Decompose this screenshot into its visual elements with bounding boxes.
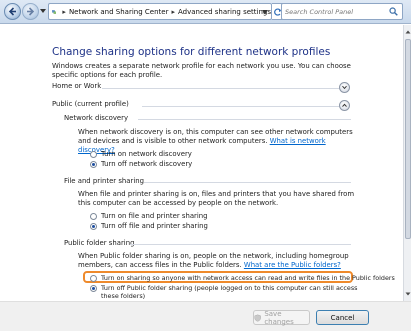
address-bar[interactable]: ▸ Network and Sharing Center ▸ Advanced … — [48, 3, 272, 20]
profile-label-public: Public (current profile) — [52, 100, 129, 108]
radio-label: Turn off network discovery — [101, 160, 193, 168]
search-icon[interactable] — [389, 7, 398, 16]
recent-pages-chevron-down-icon[interactable] — [40, 9, 46, 14]
save-changes-button[interactable]: Save changes — [253, 309, 310, 326]
content-pane: Change sharing options for different net… — [0, 25, 403, 301]
radio-button[interactable] — [90, 274, 97, 282]
forward-button[interactable] — [22, 3, 39, 20]
divider — [130, 244, 351, 245]
file-printer-sharing-description: When file and printer sharing is on, fil… — [78, 190, 355, 207]
search-box[interactable] — [281, 3, 403, 20]
breadcrumb-network-and-sharing-center[interactable]: Network and Sharing Center — [69, 8, 169, 16]
address-dropdown-chevron-down-icon[interactable] — [262, 10, 268, 15]
cancel-button[interactable]: Cancel — [316, 310, 369, 325]
radio-button[interactable] — [90, 160, 97, 168]
arrow-left-icon — [8, 7, 16, 16]
breadcrumb-separator: ▸ — [62, 7, 66, 16]
search-input[interactable] — [282, 4, 386, 19]
breadcrumb-advanced-sharing-settings[interactable]: Advanced sharing settings — [178, 8, 271, 16]
intro-text: Windows creates a separate network profi… — [52, 62, 351, 79]
what-are-public-folders-link[interactable]: What are the Public folders? — [244, 261, 341, 269]
radio-button[interactable] — [90, 285, 97, 292]
divider — [142, 106, 339, 107]
radio-label: Turn on network discovery — [101, 150, 192, 158]
page-title: Change sharing options for different net… — [52, 46, 331, 58]
save-changes-label: Save changes — [264, 309, 294, 326]
radio-label: Turn on sharing so anyone with network a… — [101, 274, 395, 282]
divider — [138, 119, 351, 120]
profile-label-home-or-work: Home or Work — [52, 82, 102, 90]
network-discovery-heading: Network discovery — [64, 114, 129, 122]
scroll-down-arrow-icon[interactable] — [405, 290, 411, 298]
vertical-scrollbar[interactable] — [403, 25, 411, 301]
scrollbar-thumb[interactable] — [405, 39, 411, 239]
profile-header-home-or-work[interactable]: Home or Work — [52, 80, 351, 93]
back-button[interactable] — [4, 3, 21, 20]
uac-shield-icon — [254, 314, 261, 322]
public-folder-sharing-heading: Public folder sharing — [64, 239, 135, 247]
control-panel-icon — [52, 9, 57, 14]
radio-turn-off-public-folder-sharing[interactable]: Turn off Public folder sharing (people l… — [90, 284, 363, 302]
arrow-right-icon — [27, 7, 35, 16]
cancel-label: Cancel — [330, 313, 355, 322]
radio-label: Turn off file and printer sharing — [101, 222, 208, 230]
file-printer-sharing-heading: File and printer sharing — [64, 177, 144, 185]
address-toolbar: ▸ Network and Sharing Center ▸ Advanced … — [0, 0, 411, 24]
radio-label: Turn off Public folder sharing (people l… — [101, 284, 358, 300]
radio-turn-on-network-discovery[interactable]: Turn on network discovery — [90, 149, 192, 159]
radio-turn-off-file-printer-sharing[interactable]: Turn off file and printer sharing — [90, 221, 208, 231]
radio-turn-on-public-folder-sharing[interactable]: Turn on sharing so anyone with network a… — [90, 273, 395, 283]
collapse-chevron-up-icon[interactable] — [339, 100, 350, 111]
divider — [102, 88, 339, 89]
radio-button[interactable] — [90, 212, 97, 220]
radio-label: Turn on file and printer sharing — [101, 212, 208, 220]
profile-header-public[interactable]: Public (current profile) — [52, 98, 351, 111]
divider — [144, 182, 351, 183]
radio-turn-off-network-discovery[interactable]: Turn off network discovery — [90, 159, 192, 169]
scroll-up-arrow-icon[interactable] — [405, 28, 411, 36]
expand-chevron-down-icon[interactable] — [339, 82, 350, 93]
radio-turn-on-file-printer-sharing[interactable]: Turn on file and printer sharing — [90, 211, 208, 221]
radio-button[interactable] — [90, 222, 97, 230]
button-bar: Save changes Cancel — [0, 301, 411, 331]
public-folder-sharing-description: When Public folder sharing is on, people… — [78, 252, 362, 270]
radio-button[interactable] — [90, 150, 97, 158]
breadcrumb-separator: ▸ — [171, 7, 175, 16]
